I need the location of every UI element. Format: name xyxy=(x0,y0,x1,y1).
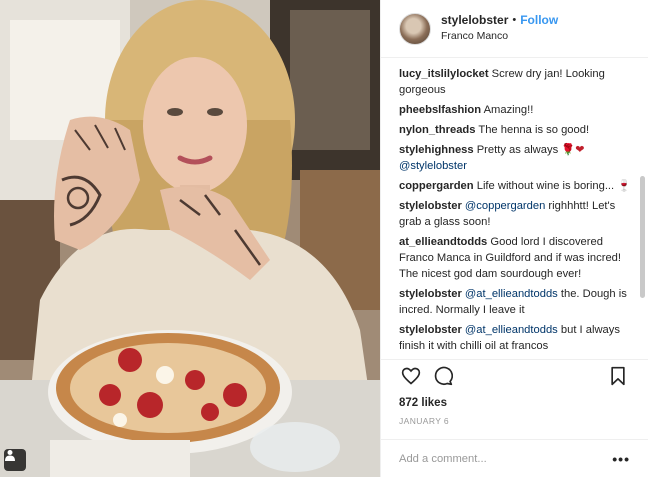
comments-scrollbar[interactable] xyxy=(640,176,645,298)
comment-author[interactable]: coppergarden xyxy=(399,180,474,192)
photo-illustration xyxy=(0,0,380,477)
add-comment-input[interactable] xyxy=(399,452,613,465)
comment-item: stylelobster @at_ellieandtodds but I alw… xyxy=(399,322,632,354)
comment-button[interactable] xyxy=(431,364,455,388)
comment-author[interactable]: stylelobster xyxy=(399,288,462,300)
separator-dot: • xyxy=(512,14,517,26)
comment-item: nylon_threads The henna is so good! xyxy=(399,122,632,138)
bookmark-icon xyxy=(611,366,625,385)
user-tag-button[interactable] xyxy=(4,449,26,471)
comment-author[interactable]: stylelobster xyxy=(399,200,462,212)
comments-list[interactable]: lucy_itslilylocket Screw dry jan! Lookin… xyxy=(381,58,648,359)
post-date[interactable]: JANUARY 6 xyxy=(381,413,648,439)
comment-text: The henna is so good! xyxy=(478,124,590,136)
comment-item: stylehighness Pretty as always 🌹❤ @style… xyxy=(399,142,632,174)
post-photo[interactable] xyxy=(0,0,380,477)
comment-author[interactable]: stylehighness xyxy=(399,144,474,156)
comment-author[interactable]: at_ellieandtodds xyxy=(399,236,487,248)
heart-icon xyxy=(401,367,421,385)
comment-mention[interactable]: @stylelobster xyxy=(399,160,467,172)
comment-text: Life without wine is boring... 🍷 xyxy=(476,180,632,192)
comment-mention[interactable]: @at_ellieandtodds xyxy=(465,324,558,336)
comment-author[interactable]: lucy_itslilylocket xyxy=(399,68,489,80)
comment-item: pheebslfashion Amazing!! xyxy=(399,102,632,118)
post-header: stylelobster • Follow Franco Manco xyxy=(381,0,648,58)
comment-item: stylelobster @coppergarden righhhtt! Let… xyxy=(399,198,632,230)
comment-author[interactable]: pheebslfashion xyxy=(399,104,481,116)
user-tag-icon xyxy=(5,450,15,461)
comment-text: Amazing!! xyxy=(483,104,534,116)
location-link[interactable]: Franco Manco xyxy=(441,29,558,44)
comment-item: lucy_itslilylocket Screw dry jan! Lookin… xyxy=(399,66,632,98)
like-button[interactable] xyxy=(399,364,423,388)
comment-mention[interactable]: @coppergarden xyxy=(465,200,545,212)
comment-text: Pretty as always xyxy=(476,144,562,156)
likes-count[interactable]: 872 likes xyxy=(381,391,648,413)
comment-author[interactable]: nylon_threads xyxy=(399,124,475,136)
comment-item: at_ellieandtodds Good lord I discovered … xyxy=(399,234,632,282)
comment-item: coppergarden Life without wine is boring… xyxy=(399,178,632,194)
more-options-button[interactable]: ••• xyxy=(612,451,630,467)
comment-icon xyxy=(434,366,453,385)
comment-item: stylelobster @at_ellieandtodds the. Doug… xyxy=(399,286,632,318)
header-username[interactable]: stylelobster xyxy=(441,13,508,28)
comment-author[interactable]: stylelobster xyxy=(399,324,462,336)
follow-button[interactable]: Follow xyxy=(520,13,558,28)
action-bar xyxy=(381,359,648,391)
instagram-post: stylelobster • Follow Franco Manco lucy_… xyxy=(0,0,648,477)
rose-heart-emoji: 🌹❤ xyxy=(561,144,585,156)
add-comment-bar: ••• xyxy=(381,439,648,477)
comment-mention[interactable]: @at_ellieandtodds xyxy=(465,288,558,300)
save-button[interactable] xyxy=(606,364,630,388)
avatar[interactable] xyxy=(399,12,431,45)
post-sidebar: stylelobster • Follow Franco Manco lucy_… xyxy=(380,0,648,477)
